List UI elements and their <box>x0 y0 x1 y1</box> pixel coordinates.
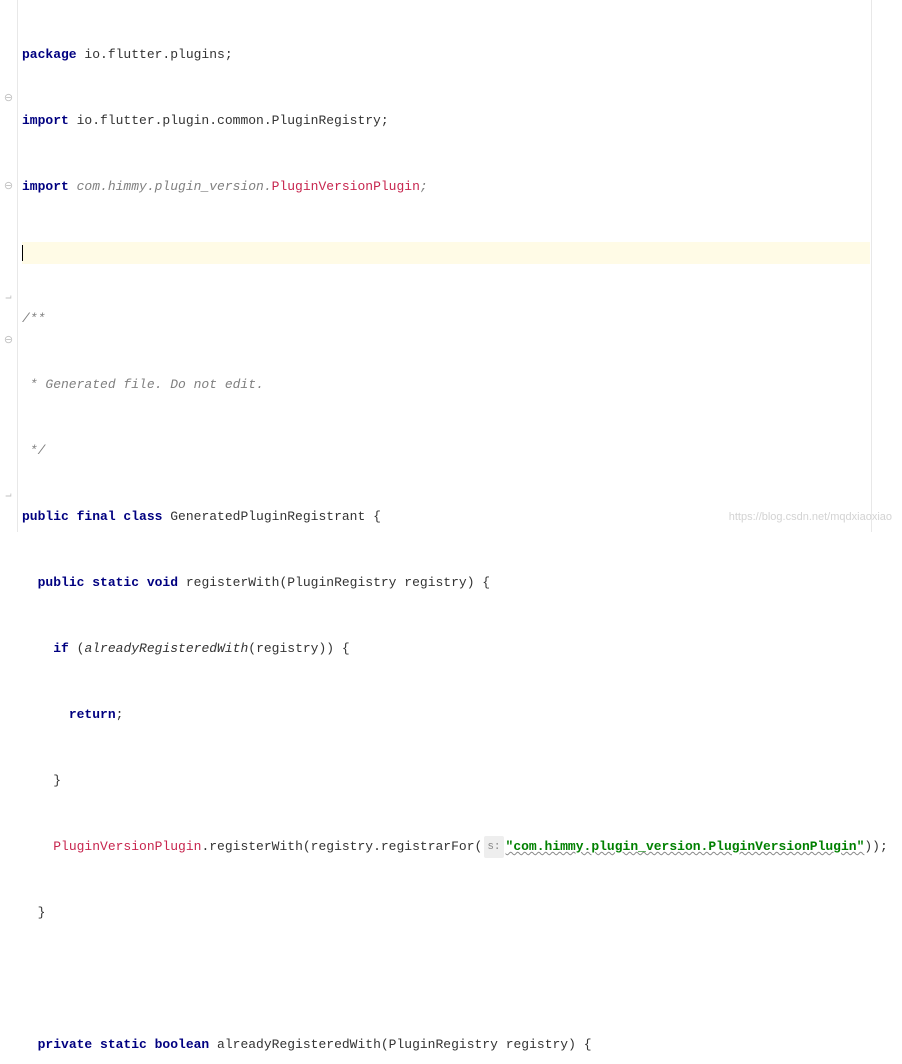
watermark: https://blog.csdn.net/mqdxiaoxiao <box>729 506 892 528</box>
param-hint: s: <box>484 836 503 858</box>
code-line: private static boolean alreadyRegistered… <box>22 1034 902 1056</box>
code-line: package io.flutter.plugins; <box>22 44 902 66</box>
caret-icon <box>22 245 23 261</box>
code-line: PluginVersionPlugin.registerWith(registr… <box>22 836 902 858</box>
code-area[interactable]: package io.flutter.plugins; import io.fl… <box>18 0 902 532</box>
code-line: /** <box>22 308 902 330</box>
code-line: public static void registerWith(PluginRe… <box>22 572 902 594</box>
code-line <box>22 968 902 990</box>
code-line: import io.flutter.plugin.common.PluginRe… <box>22 110 902 132</box>
code-line: return; <box>22 704 902 726</box>
code-line-cursor <box>22 242 870 264</box>
code-line: } <box>22 902 902 924</box>
code-line: if (alreadyRegisteredWith(registry)) { <box>22 638 902 660</box>
code-line: import com.himmy.plugin_version.PluginVe… <box>22 176 902 198</box>
code-line: */ <box>22 440 902 462</box>
right-margin-guide <box>871 0 872 532</box>
gutter: ⊖ ⊖ ⨼ ⊖ ⨼ <box>0 0 18 532</box>
code-line: * Generated file. Do not edit. <box>22 374 902 396</box>
code-editor[interactable]: ⊖ ⊖ ⨼ ⊖ ⨼ package io.flutter.plugins; im… <box>0 0 902 532</box>
code-line: } <box>22 770 902 792</box>
